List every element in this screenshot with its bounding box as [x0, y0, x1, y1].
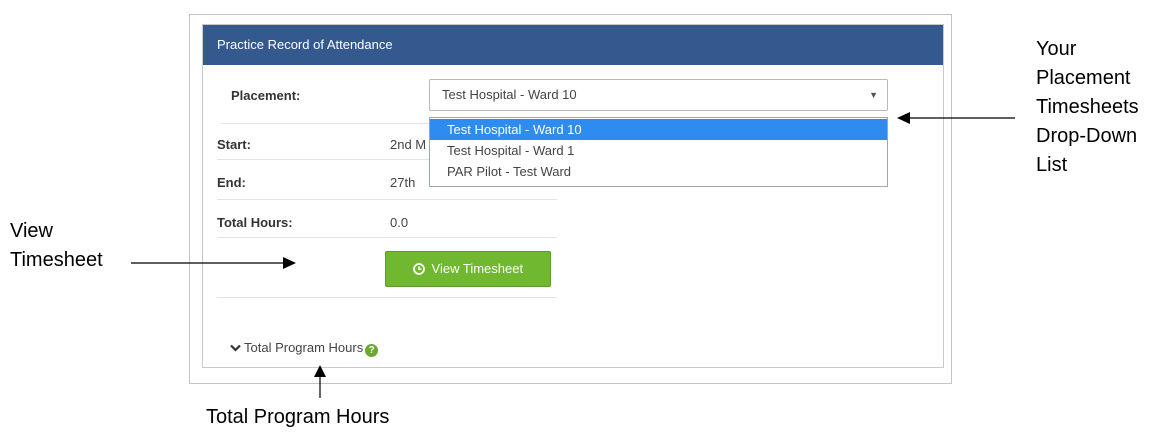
arrow-to-program-hours	[314, 365, 326, 398]
arrow-to-dropdown	[897, 112, 1015, 124]
annotation-arrows	[131, 112, 1015, 398]
arrow-to-view-timesheet	[131, 257, 296, 269]
annotation-view-timesheet: View Timesheet	[10, 217, 103, 275]
annotation-line: Placement	[1036, 67, 1131, 89]
annotation-line: Drop-Down	[1036, 125, 1138, 147]
annotation-total-program-hours: Total Program Hours	[206, 406, 390, 428]
annotation-line: Timesheet	[10, 249, 103, 271]
annotation-line: List	[1036, 154, 1068, 176]
annotation-line: View	[10, 220, 53, 242]
annotation-line: Timesheets	[1036, 96, 1139, 118]
annotation-dropdown-list: Your Placement Timesheets Drop-Down List	[1036, 35, 1139, 180]
annotation-line: Your	[1036, 38, 1077, 60]
